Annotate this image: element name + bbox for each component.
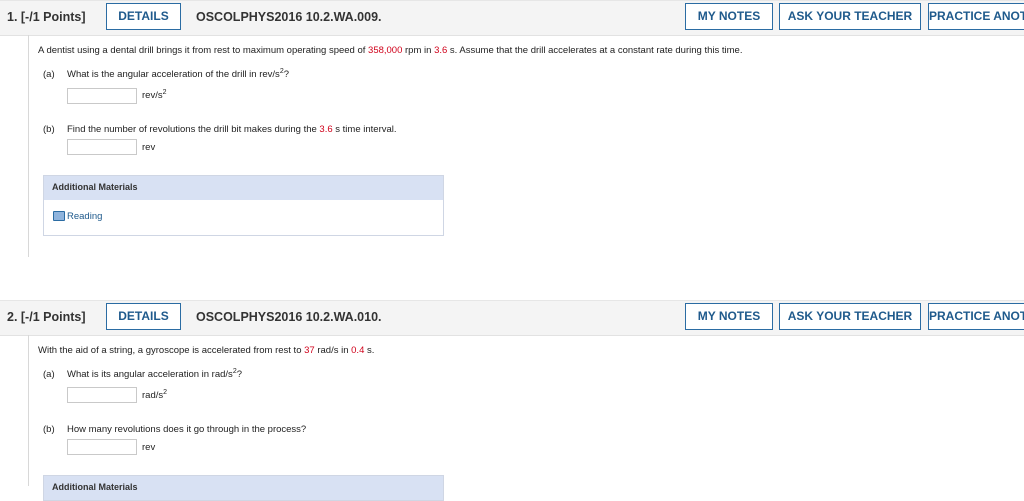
part-a-question: (a) What is the angular acceleration of t…	[43, 68, 289, 80]
part-b-question: (b) Find the number of revolutions the dr…	[43, 124, 397, 135]
additional-materials-body: Reading	[44, 200, 443, 235]
prompt-text: rad/s in	[314, 345, 352, 356]
prompt-value-time: 3.6	[434, 45, 448, 56]
practice-another-button[interactable]: PRACTICE ANOTHER	[928, 3, 1024, 30]
part-text: What is its angular acceleration in rad/…	[67, 369, 233, 381]
part-text: Find the number of revolutions the drill…	[67, 124, 320, 135]
practice-another-button[interactable]: PRACTICE ANOTHER	[928, 303, 1024, 330]
question-1-body: A dentist using a dental drill brings it…	[28, 35, 1024, 257]
unit-text: rev/s	[142, 90, 163, 102]
part-text-end: ?	[283, 69, 290, 81]
part-a-answer-input[interactable]	[67, 88, 137, 104]
part-a-unit: rad/s2	[142, 389, 167, 401]
question-code: OSCOLPHYS2016 10.2.WA.009.	[196, 10, 382, 24]
part-text: How many revolutions does it go through …	[67, 424, 307, 435]
ask-your-teacher-button[interactable]: ASK YOUR TEACHER	[779, 3, 921, 30]
prompt-value-time: 0.4	[351, 345, 365, 356]
part-a-unit: rev/s2	[142, 89, 167, 101]
prompt-value-speed: 37	[304, 345, 315, 356]
unit-text: rad/s	[142, 390, 164, 402]
part-a-answer-input[interactable]	[67, 387, 137, 403]
book-icon	[53, 211, 65, 222]
question-2-body: With the aid of a string, a gyroscope is…	[28, 335, 1024, 501]
additional-materials-panel: Additional Materials Reading	[43, 175, 444, 236]
question-number-points: 2. [-/1 Points]	[7, 310, 86, 324]
ask-your-teacher-button[interactable]: ASK YOUR TEACHER	[779, 303, 921, 330]
details-button[interactable]: DETAILS	[106, 3, 181, 30]
question-prompt: A dentist using a dental drill brings it…	[38, 45, 742, 56]
additional-materials-panel: Additional Materials	[43, 475, 444, 501]
part-b-answer-input[interactable]	[67, 439, 137, 455]
prompt-text: s. Assume that the drill accelerates at …	[447, 45, 743, 56]
reading-label: Reading	[67, 211, 103, 222]
question-2-header: 2. [-/1 Points] DETAILS OSCOLPHYS2016 10…	[0, 300, 1024, 336]
part-value-time: 3.6	[319, 124, 333, 135]
part-text: s time interval.	[332, 124, 397, 135]
prompt-value-speed: 358,000	[368, 45, 403, 56]
part-b-unit: rev	[142, 442, 156, 453]
part-b-answer-input[interactable]	[67, 139, 137, 155]
part-label: (b)	[43, 424, 55, 435]
part-text: What is the angular acceleration of the …	[67, 69, 280, 81]
part-b-unit: rev	[142, 142, 156, 153]
details-button[interactable]: DETAILS	[106, 303, 181, 330]
reading-link[interactable]: Reading	[53, 211, 102, 222]
question-number-points: 1. [-/1 Points]	[7, 10, 86, 24]
question-code: OSCOLPHYS2016 10.2.WA.010.	[196, 310, 382, 324]
additional-materials-header: Additional Materials	[44, 476, 443, 500]
prompt-text: rpm in	[402, 45, 435, 56]
part-label: (a)	[43, 369, 55, 381]
part-label: (a)	[43, 69, 55, 81]
part-text-end: ?	[236, 369, 243, 381]
prompt-text: s.	[364, 345, 375, 356]
question-1-header: 1. [-/1 Points] DETAILS OSCOLPHYS2016 10…	[0, 0, 1024, 36]
my-notes-button[interactable]: MY NOTES	[685, 303, 773, 330]
question-prompt: With the aid of a string, a gyroscope is…	[38, 345, 374, 356]
unit-superscript: 2	[162, 89, 167, 96]
part-label: (b)	[43, 124, 55, 135]
part-b-question: (b) How many revolutions does it go throu…	[43, 424, 306, 435]
prompt-text: With the aid of a string, a gyroscope is…	[38, 345, 305, 356]
my-notes-button[interactable]: MY NOTES	[685, 3, 773, 30]
additional-materials-header: Additional Materials	[44, 176, 443, 200]
unit-superscript: 2	[163, 389, 168, 396]
prompt-text: A dentist using a dental drill brings it…	[38, 45, 369, 56]
part-a-question: (a) What is its angular acceleration in r…	[43, 368, 242, 380]
